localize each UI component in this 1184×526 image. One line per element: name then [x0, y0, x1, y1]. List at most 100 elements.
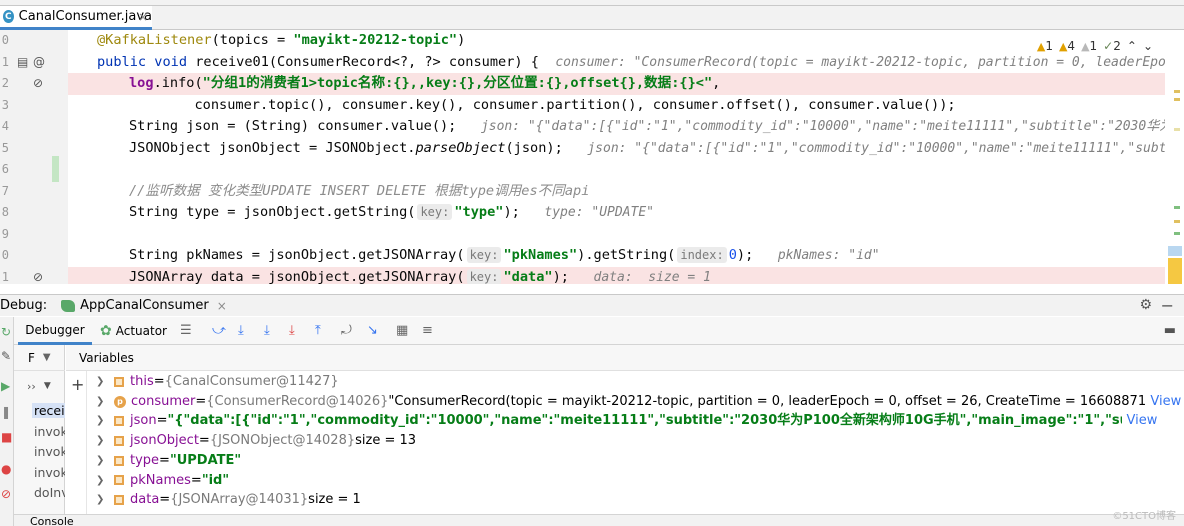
- number-literal: 0: [728, 247, 737, 263]
- stop-icon[interactable]: ■: [1, 430, 12, 444]
- code-line: //监听数据 变化类型UPDATE INSERT DELETE 根据type调用…: [68, 181, 1165, 203]
- view-breakpoints-icon[interactable]: ●: [1, 462, 11, 476]
- variable-row-type[interactable]: ❯ type = "UPDATE": [96, 451, 241, 471]
- step-into-icon[interactable]: ⤓: [264, 323, 270, 338]
- chevron-right-icon[interactable]: ❯: [96, 431, 114, 451]
- variable-value: {CanalConsumer@11427}: [164, 374, 339, 389]
- drop-frame-icon[interactable]: ⤾: [341, 323, 352, 338]
- more-icon[interactable]: ››: [27, 380, 36, 393]
- field-icon: [114, 495, 124, 506]
- rerun-icon[interactable]: ↻: [1, 325, 11, 339]
- dropdown-arrow-icon[interactable]: ▼: [44, 381, 51, 391]
- search-result-marker[interactable]: [1168, 258, 1182, 284]
- tab-close-icon[interactable]: ×: [138, 10, 148, 24]
- code-text: ): [457, 32, 466, 48]
- console-tab[interactable]: Console: [14, 514, 1184, 526]
- debug-actions-stripe: ↻ ✎ ▶ ❚ ■ ● ⊘: [0, 317, 14, 526]
- menu-icon[interactable]: ☰: [180, 323, 192, 338]
- close-icon[interactable]: ×: [217, 299, 227, 313]
- pause-icon[interactable]: ❚: [1, 405, 11, 419]
- code-text: JSONArray data = jsonObject.getJSONArray…: [129, 268, 465, 285]
- variable-name: json: [130, 413, 157, 429]
- chevron-right-icon[interactable]: ❯: [96, 372, 114, 392]
- disabled-breakpoint-icon[interactable]: ⊘: [33, 73, 43, 95]
- java-class-icon: C: [3, 10, 14, 23]
- trace-icon[interactable]: ≡: [422, 323, 433, 338]
- error-stripe[interactable]: [1166, 60, 1184, 284]
- warning-marker[interactable]: [1174, 220, 1180, 223]
- mute-breakpoints-icon[interactable]: ⊘: [1, 487, 11, 501]
- step-out-icon[interactable]: ⤒: [315, 323, 321, 338]
- add-watch-icon[interactable]: +: [71, 375, 84, 394]
- resume-icon[interactable]: ▶: [1, 379, 10, 393]
- weak-warning-count[interactable]: ▲4: [1059, 39, 1075, 53]
- annotation-at-icon[interactable]: @: [33, 52, 45, 74]
- variable-value: {JSONArray@14031}: [170, 492, 309, 508]
- parameter-hint: key:: [466, 247, 502, 263]
- variable-row-jsonobject[interactable]: ❯ jsonObject = {JSONObject@14028} size =…: [96, 431, 416, 451]
- variable-row-this[interactable]: ❯ this = {CanalConsumer@11427}: [96, 372, 339, 392]
- chevron-up-icon[interactable]: ⌃: [1127, 39, 1137, 53]
- stack-frame[interactable]: doInv: [34, 485, 65, 500]
- actuator-icon: ✿: [100, 323, 112, 339]
- run-to-cursor-icon[interactable]: ↘: [367, 323, 378, 338]
- change-marker[interactable]: [1174, 206, 1180, 209]
- warning-count[interactable]: ▲1: [1037, 39, 1053, 53]
- minimize-icon[interactable]: −: [1161, 296, 1174, 315]
- chevron-right-icon[interactable]: ❯: [96, 392, 114, 412]
- code-editor[interactable]: 0 1 2 3 4 5 6 7 8 9 0 1 ▤ @ ⊘ ⊘ @KafkaLi…: [0, 30, 1184, 284]
- equals: =: [159, 452, 170, 468]
- dropdown-arrow-icon[interactable]: ▼: [43, 352, 51, 363]
- debug-session-tab[interactable]: AppCanalConsumer ×: [61, 298, 227, 313]
- disabled-breakpoint-icon[interactable]: ⊘: [33, 267, 43, 285]
- layout-icon[interactable]: ▬: [1164, 323, 1176, 338]
- inline-debug-value: json: "{"data":[{"id":"1","commodity_id"…: [480, 119, 1165, 134]
- code-line: public void receive01(ConsumerRecord<?, …: [68, 52, 1165, 74]
- chevron-right-icon[interactable]: ❯: [96, 451, 114, 471]
- change-marker[interactable]: [1174, 232, 1180, 235]
- view-link[interactable]: View: [1126, 411, 1157, 431]
- tab-actuator[interactable]: ✿ Actuator: [100, 317, 167, 345]
- checkmark-icon: ✓: [1103, 39, 1114, 53]
- method-call: parseObject: [415, 139, 506, 156]
- debug-run-icon[interactable]: ▤: [17, 52, 28, 74]
- show-execution-point-icon[interactable]: ⤻: [212, 323, 226, 338]
- evaluate-expression-icon[interactable]: ▦: [396, 323, 408, 338]
- variable-row-pknames[interactable]: ❯ pkNames = "id": [96, 471, 229, 491]
- parameter-hint: index:: [677, 247, 727, 263]
- chevron-right-icon[interactable]: ❯: [96, 411, 114, 431]
- field-icon: [114, 376, 124, 387]
- variables-scrollbar[interactable]: [1170, 371, 1184, 526]
- variable-row-json[interactable]: ❯ json = "{"data":[{"id":"1","commodity_…: [96, 411, 1184, 431]
- warning-marker[interactable]: [1174, 98, 1180, 101]
- chevron-right-icon[interactable]: ❯: [96, 471, 114, 491]
- inspection-widget[interactable]: ▲1 ▲4 ▲1 ✓2 ⌃ ⌄: [1036, 38, 1153, 54]
- vcs-change-marker[interactable]: [52, 156, 59, 182]
- editor-gutter[interactable]: 0 1 2 3 4 5 6 7 8 9 0 1 ▤ @ ⊘ ⊘: [0, 30, 68, 284]
- line-number: 2: [1, 76, 9, 90]
- warning-marker[interactable]: [1174, 90, 1180, 93]
- typo-count[interactable]: ✓2: [1103, 39, 1121, 53]
- chevron-down-icon[interactable]: ⌄: [1143, 39, 1153, 53]
- variable-row-data[interactable]: ❯ data = {JSONArray@14031} size = 1: [96, 490, 361, 510]
- stack-frame[interactable]: receiv: [32, 403, 65, 418]
- tab-debugger[interactable]: Debugger: [18, 317, 92, 345]
- warning-marker[interactable]: [1174, 128, 1180, 131]
- equals: =: [153, 374, 165, 389]
- scroll-thumb[interactable]: [1168, 246, 1182, 256]
- wrench-icon[interactable]: ✎: [1, 349, 11, 363]
- chevron-right-icon[interactable]: ❯: [96, 490, 114, 510]
- field-icon: [114, 416, 124, 427]
- variable-row-consumer[interactable]: ❯ p consumer = {ConsumerRecord@14026} "C…: [96, 392, 1184, 412]
- code-area[interactable]: @KafkaListener(topics = "mayikt-20212-to…: [68, 30, 1165, 284]
- stack-frame[interactable]: invok: [34, 424, 65, 439]
- gear-icon[interactable]: ⚙: [1139, 297, 1152, 313]
- frames-panel: F ▼ ›› ▼ receiv invok invok invok doInv: [14, 345, 65, 526]
- stack-frame[interactable]: invok: [34, 465, 65, 480]
- info-count[interactable]: ▲1: [1081, 39, 1097, 53]
- stack-frame[interactable]: invok: [34, 444, 65, 459]
- force-step-into-icon[interactable]: ⤓: [289, 323, 295, 338]
- tab-canalconsumer-java[interactable]: C CanalConsumer.java ×: [0, 6, 152, 30]
- step-over-icon[interactable]: ⤓: [238, 323, 244, 338]
- line-number: 1: [1, 54, 9, 69]
